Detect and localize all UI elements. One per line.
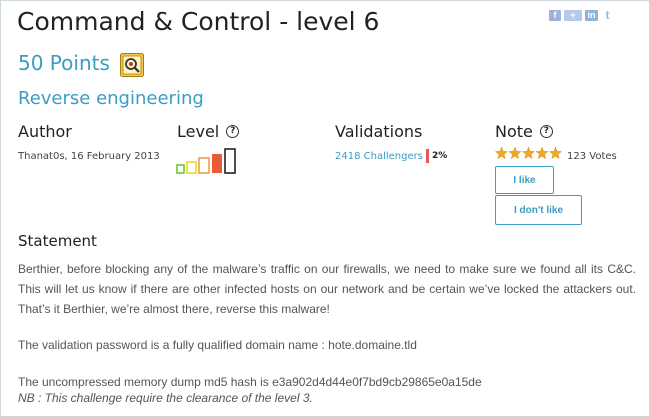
difficulty-bar-1 (176, 164, 185, 174)
star-icon[interactable] (521, 147, 536, 159)
points-label: 50 Points (18, 51, 110, 75)
author-info[interactable]: Thanat0s, 16 February 2013 (18, 151, 160, 162)
validation-info: The validation password is a fully quali… (18, 338, 417, 352)
note-heading-label: Note (495, 122, 533, 141)
social-share-bar: f + in t (549, 9, 614, 21)
difficulty-bar-2 (186, 161, 197, 174)
difficulty-bar-3 (198, 157, 210, 174)
votes-count: 123 Votes (567, 151, 617, 162)
twitter-icon[interactable]: t (601, 9, 614, 21)
clearance-note: NB : This challenge require the clearanc… (18, 391, 313, 405)
statement-heading: Statement (18, 232, 97, 250)
challenge-panel: Command & Control - level 6 f + in t 50 … (0, 0, 650, 417)
difficulty-bar-5 (224, 148, 236, 174)
help-circle-icon[interactable]: ? (539, 125, 553, 138)
category-link[interactable]: Reverse engineering (18, 88, 204, 109)
facebook-icon[interactable]: f (549, 10, 561, 21)
linkedin-icon[interactable]: in (585, 10, 598, 21)
statement-paragraph: Berthier, before blocking any of the mal… (18, 262, 636, 316)
difficulty-bar-4 (212, 154, 222, 173)
star-icon[interactable] (508, 147, 522, 159)
star-icon[interactable] (495, 147, 509, 159)
malware-badge-icon (120, 53, 144, 77)
validations-heading: Validations (335, 122, 423, 141)
star-icon[interactable] (535, 147, 549, 159)
challengers-link[interactable]: 2418 Challengers (335, 151, 423, 162)
validation-percent-bar (426, 149, 429, 163)
author-heading: Author (18, 122, 72, 141)
google-plus-icon[interactable]: + (564, 10, 582, 21)
like-button[interactable]: I like (495, 166, 554, 194)
rating-stars (495, 147, 563, 159)
note-heading: Note? (495, 122, 553, 141)
level-heading: Level? (177, 122, 240, 141)
page-title: Command & Control - level 6 (17, 7, 380, 36)
star-icon[interactable] (548, 147, 563, 159)
dislike-button[interactable]: I don't like (495, 195, 582, 225)
md5-hash-info: The uncompressed memory dump md5 hash is… (18, 375, 482, 389)
difficulty-bars (176, 148, 236, 174)
help-circle-icon[interactable]: ? (226, 125, 240, 138)
level-heading-label: Level (177, 122, 220, 141)
validation-percent: 2% (432, 151, 448, 161)
